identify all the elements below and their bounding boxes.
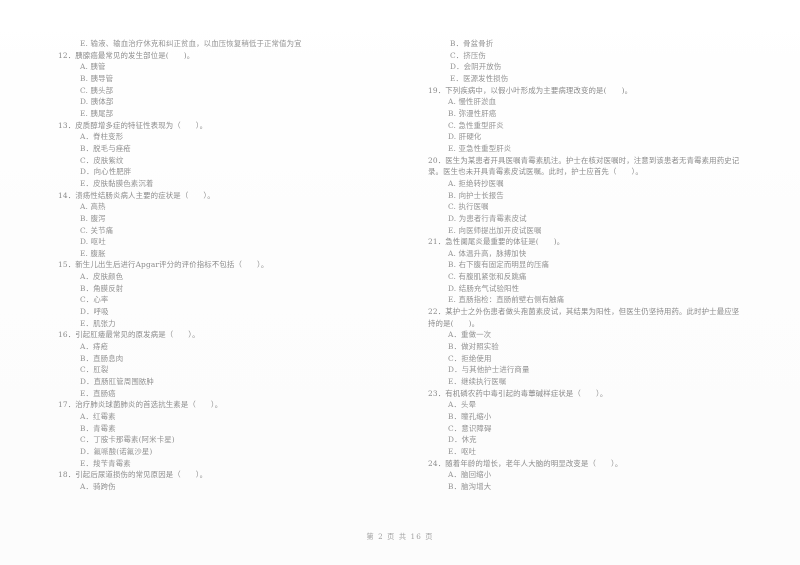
option-c: C. 胰头部 xyxy=(80,85,114,95)
option-c: C．心率 xyxy=(80,295,109,305)
option-c: C．拒绝使用 xyxy=(448,353,492,363)
option-d: D. 呕吐 xyxy=(80,237,106,247)
carry-over-option-b: B．骨盆骨折 xyxy=(450,39,494,48)
option-d: D. 胰体部 xyxy=(80,97,114,107)
question-block: 22．某护士之外伤患者做头孢菌素皮试，其结果为阳性，但医生仍坚持用药。此时护士最… xyxy=(428,306,768,388)
option-d: D. 结肠充气试验阳性 xyxy=(448,283,520,293)
question-stem: 22．某护士之外伤患者做头孢菌素皮试，其结果为阳性，但医生仍坚持用药。此时护士最… xyxy=(428,307,740,317)
option-c: C．肛裂 xyxy=(80,365,109,375)
option-c: C. 急性重型肝炎 xyxy=(448,120,504,130)
option-a: A. 胰管 xyxy=(80,62,106,72)
option-a: A．头晕 xyxy=(448,400,477,410)
option-e: E．皮肤黏膜色素沉着 xyxy=(80,178,154,188)
option-d: D．向心性肥胖 xyxy=(80,167,132,177)
question-stem: 17．治疗肺炎球菌肺炎的首选抗生素是（ ）。 xyxy=(58,400,223,410)
carry-over-option-e: E．医源发性损伤 xyxy=(450,73,509,83)
question-block: 23．有机磷农药中毒引起的毒蕈碱样症状是（ ）。 A．头晕 B．瞳孔缩小 C．意… xyxy=(428,388,768,458)
option-c: C．意识障碍 xyxy=(448,423,492,433)
option-a: A. 拒绝转抄医嘱 xyxy=(448,178,504,188)
option-e: E. 腹胀 xyxy=(80,248,106,258)
question-block: 14．溃疡性结肠炎病人主要的症状是（ ）。 A. 高热 B. 腹泻 C. 关节痛… xyxy=(58,190,418,260)
option-b: B. 腹泻 xyxy=(80,213,106,223)
question-stem-continuation: 录。医生也未开具青霉素皮试医嘱。此时，护士应首先（ ）。 xyxy=(428,167,643,177)
option-e: E. 直肠指检：直肠前壁右侧有触痛 xyxy=(448,295,565,305)
page-footer: 第 2 页 共 16 页 xyxy=(366,532,434,541)
question-stem-continuation: 持的是( )。 xyxy=(428,318,480,328)
option-b: B. 胰导管 xyxy=(80,73,114,83)
option-d: D．氟哌酸(诺氟沙星) xyxy=(80,446,153,456)
carry-over-option-d: D．会阴开放伤 xyxy=(450,62,502,72)
option-b: B．青霉素 xyxy=(80,423,116,433)
option-d: D. 为患者行青霉素皮试 xyxy=(448,213,527,223)
option-a: A．重做一次 xyxy=(448,330,492,340)
option-b: B．角膜反射 xyxy=(80,283,124,293)
option-a: A．痔疮 xyxy=(80,342,109,352)
option-c: C．皮肤紫纹 xyxy=(80,155,124,165)
option-c: C．丁胺卡那霉素(阿米卡星) xyxy=(80,435,175,445)
option-a: A. 体温升高，脉搏加快 xyxy=(448,248,527,258)
option-b: B．直肠息肉 xyxy=(80,353,124,363)
option-b: B. 弥漫性肝癌 xyxy=(448,108,497,118)
question-block: 16．引起肛瘘最常见的原发病是（ ）。 A．痔疮 B．直肠息肉 C．肛裂 D．直… xyxy=(58,329,418,399)
carry-over-option: E. 输液、输血治疗休克和纠正贫血，以血压恢复稍低于正常值为宜 xyxy=(80,39,302,48)
question-block: 24．随着年龄的增长，老年人大脑的明显改变是（ ）。 A．脑回缩小 B．脑沟增大 xyxy=(428,458,768,493)
option-d: D．呼吸 xyxy=(80,307,109,317)
option-a: A．骑跨伤 xyxy=(80,481,116,491)
option-e: E．肌张力 xyxy=(80,318,116,328)
question-block: 15．新生儿出生后进行Apgar评分的评价指标不包括（ ）。 A．皮肤颜色 B．… xyxy=(58,259,418,329)
question-block: 21．急性阑尾炎最重要的体征是( )。 A. 体温升高，脉搏加快 B. 右下腹有… xyxy=(428,236,768,306)
question-stem: 19．下列疾病中，以假小叶形成为主要病理改变的是( )。 xyxy=(428,85,633,95)
option-a: A. 慢性肝淤血 xyxy=(448,97,497,107)
option-a: A．脑回缩小 xyxy=(448,470,492,480)
question-block: 20．医生为某患者开具医嘱青霉素肌注。护士在核对医嘱时，注意到该患者无青霉素用药… xyxy=(428,155,768,237)
question-block: 19．下列疾病中，以假小叶形成为主要病理改变的是( )。 A. 慢性肝淤血 B.… xyxy=(428,85,768,155)
option-d: D．直肠肛管周围脓肿 xyxy=(80,377,154,387)
question-stem: 24．随着年龄的增长，老年人大脑的明显改变是（ ）。 xyxy=(428,458,623,468)
question-block: 18．引起后尿道损伤的常见原因是（ ）。 A．骑跨伤 xyxy=(58,469,418,492)
option-b: B. 向护士长报告 xyxy=(448,190,504,200)
option-b: B．脑沟增大 xyxy=(448,481,492,491)
option-e: E. 向医师提出加开皮试医嘱 xyxy=(448,225,542,235)
question-stem: 21．急性阑尾炎最重要的体征是( )。 xyxy=(428,237,565,247)
option-e: E. 胰尾部 xyxy=(80,108,114,118)
question-stem: 20．医生为某患者开具医嘱青霉素肌注。护士在核对医嘱时，注意到该患者无青霉素用药… xyxy=(428,155,740,165)
option-a: A．皮肤颜色 xyxy=(80,272,124,282)
question-stem: 12．胰腺癌最常见的发生部位是( )。 xyxy=(58,50,195,60)
option-c: C. 有腹肌紧张和反跳痛 xyxy=(448,272,527,282)
option-b: B. 右下腹有固定而明显的压痛 xyxy=(448,260,550,270)
carry-over-option-c: C．挤压伤 xyxy=(450,50,486,60)
question-block: 13．皮质醇增多症的特征性表现为（ ）。 A．脊柱变形 B．脱毛与痤疮 C．皮肤… xyxy=(58,120,418,190)
question-stem: 18．引起后尿道损伤的常见原因是（ ）。 xyxy=(58,470,208,480)
right-column: B．骨盆骨折 C．挤压伤 D．会阴开放伤 E．医源发性损伤 19．下列疾病中，以… xyxy=(428,38,768,493)
option-a: A．红霉素 xyxy=(80,412,116,421)
option-e: E．呕吐 xyxy=(448,446,477,456)
option-b: B．瞳孔缩小 xyxy=(448,412,492,421)
question-stem: 14．溃疡性结肠炎病人主要的症状是（ ）。 xyxy=(58,190,215,200)
option-e: E. 亚急性重型肝炎 xyxy=(448,143,512,153)
option-e: E．直肠癌 xyxy=(80,388,116,398)
two-column-body: E. 输液、输血治疗休克和纠正贫血，以血压恢复稍低于正常值为宜 12．胰腺癌最常… xyxy=(0,38,800,493)
option-e: E．继续执行医嘱 xyxy=(448,377,507,387)
question-stem: 13．皮质醇增多症的特征性表现为（ ）。 xyxy=(58,120,208,130)
option-d: D．与其他护士进行商量 xyxy=(448,365,530,375)
option-a: A．脊柱变形 xyxy=(80,132,124,142)
option-c: C. 关节痛 xyxy=(80,225,114,235)
question-block: 12．胰腺癌最常见的发生部位是( )。 A. 胰管 B. 胰导管 C. 胰头部 … xyxy=(58,50,418,120)
option-b: B．做对照实验 xyxy=(448,342,499,352)
question-stem: 15．新生儿出生后进行Apgar评分的评价指标不包括（ ）。 xyxy=(58,260,269,270)
option-a: A. 高热 xyxy=(80,202,106,212)
exam-page: E. 输液、输血治疗休克和纠正贫血，以血压恢复稍低于正常值为宜 12．胰腺癌最常… xyxy=(0,0,800,565)
option-d: D. 肝硬化 xyxy=(448,132,482,142)
option-d: D．休克 xyxy=(448,435,477,445)
option-b: B．脱毛与痤疮 xyxy=(80,143,131,153)
option-e: E．羧苄青霉素 xyxy=(80,458,131,468)
option-c: C. 执行医嘱 xyxy=(448,202,489,212)
left-column: E. 输液、输血治疗休克和纠正贫血，以血压恢复稍低于正常值为宜 12．胰腺癌最常… xyxy=(58,38,418,493)
question-block: 17．治疗肺炎球菌肺炎的首选抗生素是（ ）。 A．红霉素 B．青霉素 C．丁胺卡… xyxy=(58,399,418,469)
question-stem: 23．有机磷农药中毒引起的毒蕈碱样症状是（ ）。 xyxy=(428,388,608,398)
question-stem: 16．引起肛瘘最常见的原发病是（ ）。 xyxy=(58,330,200,340)
